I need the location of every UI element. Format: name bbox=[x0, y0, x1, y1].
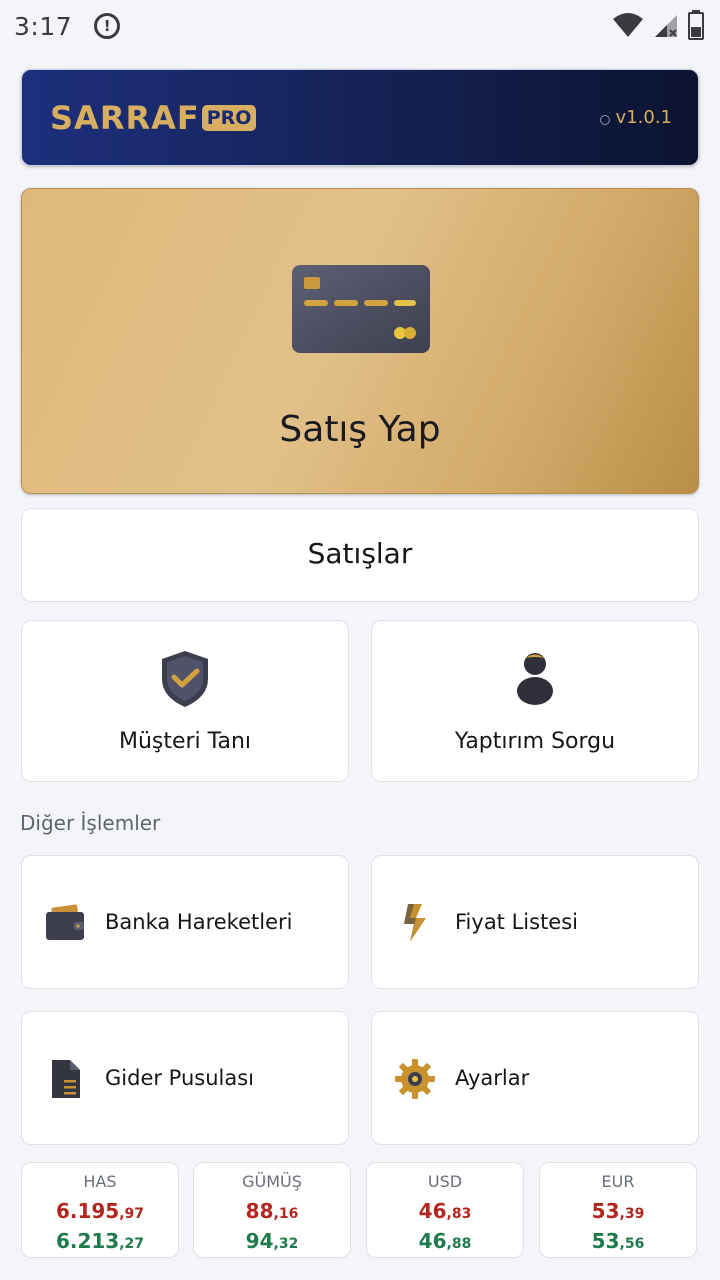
ticker-sell: 88,16 bbox=[194, 1199, 350, 1223]
ticker-buy-int: 6.213 bbox=[55, 1229, 120, 1253]
status-icons bbox=[612, 10, 704, 40]
ticker-gumus[interactable]: GÜMÜŞ 88,16 94,32 bbox=[193, 1162, 351, 1258]
option-label: Gider Pusulası bbox=[105, 1066, 254, 1090]
ticker-buy: 53,56 bbox=[540, 1229, 696, 1253]
status-bar: 3:17 ! bbox=[0, 0, 720, 52]
customer-identify-button[interactable]: Müşteri Tanı bbox=[21, 620, 349, 782]
tile-label: Yaptırım Sorgu bbox=[454, 729, 616, 754]
ticker-sell: 53,39 bbox=[540, 1199, 696, 1223]
ticker-sell-int: 46 bbox=[418, 1199, 447, 1223]
person-icon bbox=[517, 653, 553, 705]
ticker-sell: 6.195,97 bbox=[22, 1199, 178, 1223]
lightning-icon bbox=[404, 904, 426, 942]
shield-check-icon bbox=[162, 651, 208, 707]
ticker-sell-int: 88 bbox=[245, 1199, 274, 1223]
ticker-buy-int: 94 bbox=[245, 1229, 274, 1253]
option-label: Ayarlar bbox=[455, 1066, 530, 1090]
ticker-sell-int: 53 bbox=[591, 1199, 620, 1223]
app-header: SARRAF PRO v1.0.1 bbox=[21, 69, 699, 166]
ticker-buy-dec: ,32 bbox=[273, 1236, 299, 1252]
ticker-name: USD bbox=[427, 1172, 463, 1191]
gear-icon bbox=[395, 1059, 435, 1099]
wallet-icon bbox=[46, 904, 84, 940]
status-dot-icon bbox=[600, 115, 610, 125]
section-title: Diğer İşlemler bbox=[20, 811, 161, 835]
alert-icon: ! bbox=[94, 13, 121, 39]
signal-icon bbox=[655, 15, 677, 37]
tile-label: Müşteri Tanı bbox=[118, 729, 252, 754]
option-label: Banka Hareketleri bbox=[105, 910, 293, 934]
app-version: v1.0.1 bbox=[615, 107, 672, 128]
ticker-buy-dec: ,56 bbox=[619, 1236, 645, 1252]
ticker-has[interactable]: HAS 6.195,97 6.213,27 bbox=[21, 1162, 179, 1258]
status-time: 3:17 bbox=[14, 11, 73, 41]
ticker-usd[interactable]: USD 46,83 46,88 bbox=[366, 1162, 524, 1258]
app-logo: SARRAF PRO bbox=[50, 99, 257, 137]
credit-card-icon bbox=[292, 265, 430, 353]
logo-badge: PRO bbox=[201, 105, 257, 131]
ticker-buy-dec: ,88 bbox=[446, 1236, 472, 1252]
ticker-buy: 46,88 bbox=[367, 1229, 523, 1253]
ticker-buy-int: 53 bbox=[591, 1229, 620, 1253]
ticker-buy: 94,32 bbox=[194, 1229, 350, 1253]
battery-icon bbox=[688, 10, 704, 40]
price-list-button[interactable]: Fiyat Listesi bbox=[371, 855, 699, 989]
ticker-buy: 6.213,27 bbox=[22, 1229, 178, 1253]
sales-label: Satışlar bbox=[307, 537, 413, 570]
option-label: Fiyat Listesi bbox=[455, 910, 578, 934]
ticker-buy-int: 46 bbox=[418, 1229, 447, 1253]
ticker-sell-dec: ,83 bbox=[446, 1206, 472, 1222]
expense-note-button[interactable]: Gider Pusulası bbox=[21, 1011, 349, 1145]
sales-button[interactable]: Satışlar bbox=[21, 508, 699, 602]
sell-button[interactable]: Satış Yap bbox=[21, 188, 699, 494]
ticker-sell-int: 6.195 bbox=[55, 1199, 120, 1223]
ticker-sell: 46,83 bbox=[367, 1199, 523, 1223]
ticker-sell-dec: ,97 bbox=[119, 1206, 145, 1222]
ticker-sell-dec: ,39 bbox=[619, 1206, 645, 1222]
logo-text: SARRAF bbox=[50, 99, 200, 137]
ticker-name: GÜMÜŞ bbox=[242, 1172, 302, 1191]
ticker-name: EUR bbox=[601, 1172, 635, 1191]
ticker-eur[interactable]: EUR 53,39 53,56 bbox=[539, 1162, 697, 1258]
ticker-name: HAS bbox=[83, 1172, 117, 1191]
ticker-buy-dec: ,27 bbox=[119, 1236, 145, 1252]
bank-transactions-button[interactable]: Banka Hareketleri bbox=[21, 855, 349, 989]
sanction-query-button[interactable]: Yaptırım Sorgu bbox=[371, 620, 699, 782]
document-icon bbox=[52, 1060, 80, 1098]
settings-button[interactable]: Ayarlar bbox=[371, 1011, 699, 1145]
ticker-sell-dec: ,16 bbox=[273, 1206, 299, 1222]
sell-label: Satış Yap bbox=[279, 409, 441, 450]
wifi-icon bbox=[613, 13, 643, 37]
